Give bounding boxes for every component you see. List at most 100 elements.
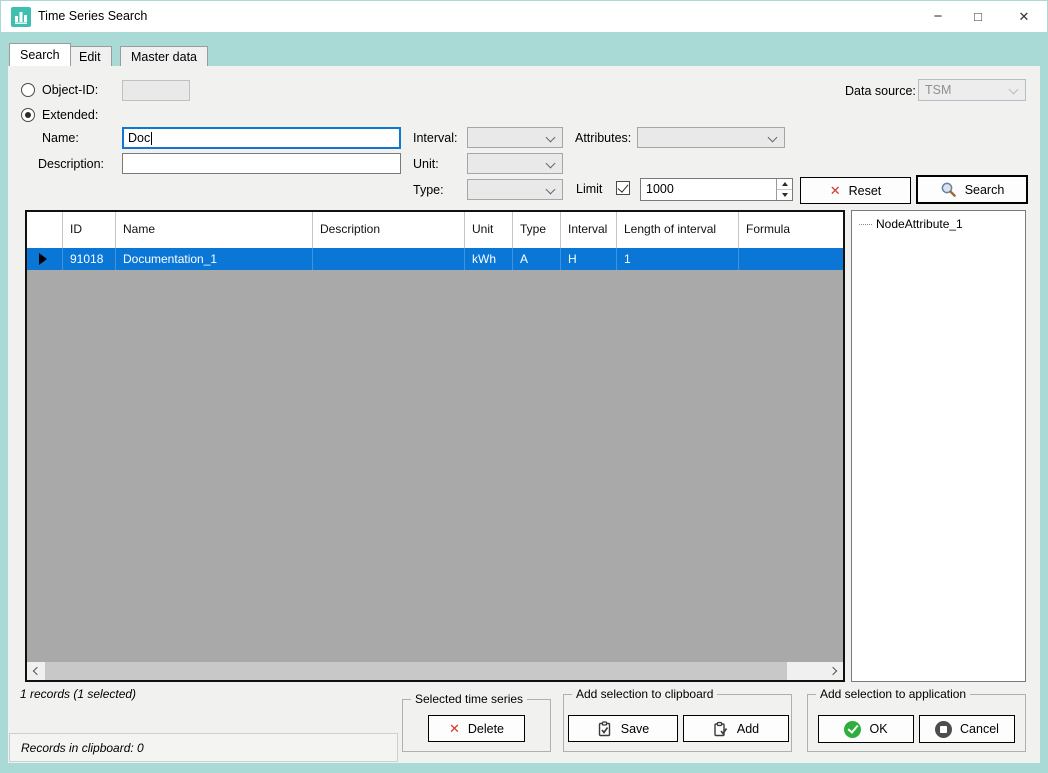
close-button[interactable]: ✕ (1004, 1, 1044, 32)
grid-header-formula-label: Formula (746, 223, 790, 237)
name-value: Doc (128, 131, 150, 145)
add-button[interactable]: Add (683, 715, 789, 742)
table-row[interactable]: 91018 Documentation_1 kWh A H 1 (27, 248, 843, 270)
cancel-button[interactable]: Cancel (919, 715, 1015, 743)
search-button[interactable]: Search (916, 175, 1028, 204)
cell-unit: kWh (465, 248, 513, 270)
grid-header-name[interactable]: Name (116, 212, 313, 248)
records-status: 1 records (1 selected) (20, 687, 136, 701)
limit-checkbox[interactable] (616, 181, 630, 195)
data-source-dropdown: TSM (918, 79, 1026, 101)
ok-button-label: OK (869, 722, 887, 736)
grid-header-formula[interactable]: Formula (739, 212, 843, 248)
grid-header-unit[interactable]: Unit (465, 212, 513, 248)
clipboard-status-panel: Records in clipboard: 0 (9, 733, 398, 762)
unit-label: Unit: (413, 157, 439, 171)
cell-interval: H (561, 248, 617, 270)
delete-button-label: Delete (468, 722, 504, 736)
row-selector-cell (27, 248, 63, 270)
current-row-arrow-icon (39, 253, 47, 265)
tab-edit[interactable]: Edit (68, 46, 112, 66)
chevron-down-icon (768, 133, 778, 143)
grid-header-length-of-interval[interactable]: Length of interval (617, 212, 739, 248)
ok-button[interactable]: OK (818, 715, 914, 743)
spinner-down-button[interactable] (777, 189, 792, 200)
cell-formula (739, 248, 843, 270)
time-series-search-window: Time Series Search − □ ✕ Search Edit Mas… (0, 0, 1048, 773)
grid-header-type[interactable]: Type (513, 212, 561, 248)
grid-header-unit-label: Unit (472, 223, 493, 237)
data-source-label: Data source: (845, 84, 916, 98)
tree-item-label: NodeAttribute_1 (876, 217, 963, 231)
app-bar-chart-icon (11, 7, 31, 27)
cell-description (313, 248, 465, 270)
triangle-down-icon (782, 193, 788, 197)
name-input[interactable]: Doc (122, 127, 401, 149)
tree-connector-icon (859, 224, 872, 225)
extended-radio[interactable] (21, 108, 35, 122)
scroll-right-button[interactable] (826, 662, 843, 680)
grid-header-selector[interactable] (27, 212, 63, 248)
horizontal-scrollbar[interactable] (27, 662, 843, 680)
delete-button[interactable]: ✕ Delete (428, 715, 525, 742)
search-tab-content: Object-ID: Extended: Name: Doc Descripti… (8, 66, 1040, 763)
type-dropdown[interactable] (467, 179, 563, 200)
tree-item-node-attribute[interactable]: NodeAttribute_1 (859, 217, 963, 231)
object-id-label: Object-ID: (42, 83, 98, 97)
name-label: Name: (42, 131, 79, 145)
cell-length-of-interval: 1 (617, 248, 739, 270)
cell-type: A (513, 248, 561, 270)
limit-spinner[interactable]: 1000 (640, 178, 793, 201)
chevron-down-icon (546, 133, 556, 143)
tab-master-data-label: Master data (131, 50, 197, 64)
text-caret (151, 132, 152, 145)
results-grid: ID Name Description Unit Type Interval L… (25, 210, 845, 682)
chevron-left-icon (33, 667, 41, 675)
scrollbar-thumb[interactable] (45, 662, 787, 680)
data-source-value: TSM (925, 83, 951, 97)
object-id-radio[interactable] (21, 83, 35, 97)
cancel-button-label: Cancel (960, 722, 999, 736)
grid-empty-area (27, 270, 843, 662)
scroll-left-button[interactable] (27, 662, 44, 680)
save-button-label: Save (621, 722, 650, 736)
attributes-dropdown[interactable] (637, 127, 785, 148)
grid-header-description[interactable]: Description (313, 212, 465, 248)
grid-header-id-label: ID (70, 223, 82, 237)
description-input[interactable] (122, 153, 401, 174)
node-attribute-tree: NodeAttribute_1 (851, 210, 1026, 682)
grid-header-id[interactable]: ID (63, 212, 116, 248)
grid-header-length-label: Length of interval (624, 223, 716, 237)
grid-header-interval[interactable]: Interval (561, 212, 617, 248)
selected-time-series-title: Selected time series (411, 692, 527, 706)
unit-dropdown[interactable] (467, 153, 563, 174)
grid-header-description-label: Description (320, 223, 380, 237)
minimize-button[interactable]: − (918, 1, 958, 32)
chevron-down-icon (1009, 85, 1019, 95)
tab-edit-label: Edit (79, 50, 101, 64)
clipboard-status: Records in clipboard: 0 (21, 741, 144, 755)
dark-stop-circle-icon (935, 721, 952, 738)
spinner-up-button[interactable] (777, 179, 792, 189)
attributes-label: Attributes: (575, 131, 631, 145)
application-group-title: Add selection to application (816, 687, 970, 701)
reset-button[interactable]: ✕ Reset (800, 177, 911, 204)
chevron-right-icon (829, 667, 837, 675)
interval-dropdown[interactable] (467, 127, 563, 148)
maximize-button[interactable]: □ (958, 1, 998, 32)
limit-value: 1000 (646, 182, 674, 196)
application-group: Add selection to application OK Cancel (807, 694, 1026, 752)
description-label: Description: (38, 157, 104, 171)
tab-master-data[interactable]: Master data (120, 46, 208, 66)
save-button[interactable]: Save (568, 715, 678, 742)
chevron-down-icon (546, 185, 556, 195)
spinner-buttons (776, 179, 792, 200)
title-bar: Time Series Search − □ ✕ (1, 1, 1047, 32)
interval-label: Interval: (413, 131, 457, 145)
extended-label: Extended: (42, 108, 98, 122)
chevron-down-icon (546, 159, 556, 169)
red-x-icon: ✕ (449, 722, 460, 735)
tab-search[interactable]: Search (9, 43, 71, 66)
clipboard-add-icon (713, 721, 729, 737)
selected-time-series-group: Selected time series ✕ Delete (402, 699, 551, 752)
